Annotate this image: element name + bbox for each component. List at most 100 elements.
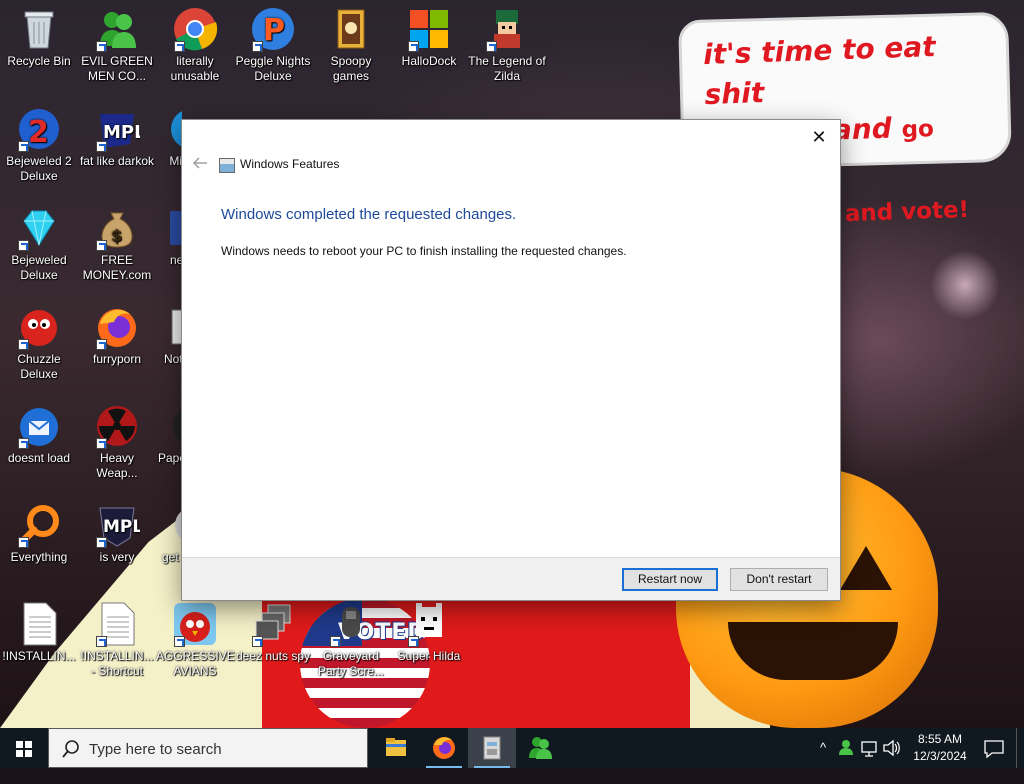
shortcut-arrow-icon (408, 41, 419, 52)
svg-text:MPL: MPL (103, 122, 140, 143)
svg-text:P: P (263, 13, 285, 48)
windows-features-icon (219, 158, 235, 173)
desktop-icon-doesnt-load[interactable]: doesnt load (0, 403, 78, 466)
peggle-icon: P (250, 6, 296, 52)
desktop-icon-label: Heavy Weap... (96, 451, 138, 480)
taskbar-app-firefox[interactable] (420, 728, 468, 768)
shortcut-arrow-icon (252, 636, 263, 647)
search-icon (61, 739, 81, 759)
restart-now-button[interactable]: Restart now (622, 568, 718, 591)
desktop-icon-label: furryporn (92, 352, 142, 366)
desktop-icon-label: FREE MONEY.com (82, 253, 152, 282)
app-icon (168, 106, 182, 152)
close-icon: ✕ (811, 127, 827, 147)
desktop-icon-label: Chuzzle Deluxe (17, 352, 61, 381)
shortcut-arrow-icon (96, 537, 107, 548)
tray-network-icon[interactable] (858, 728, 880, 768)
taskbar-clock[interactable]: 8:55 AM 12/3/2024 (904, 731, 976, 765)
shortcut-arrow-icon (18, 537, 29, 548)
desktop-icon-label: Recycle Bin (7, 54, 71, 68)
desktop-icon-label: literally unusable (170, 54, 220, 83)
shortcut-arrow-icon (96, 636, 107, 647)
desktop-icon-peggle[interactable]: P Peggle Nights Deluxe (234, 6, 312, 84)
taskbar-app-windows-features[interactable] (468, 728, 516, 768)
mpl-icon: MPL (94, 502, 143, 548)
desktop-icon-furryporn[interactable]: furryporn (78, 304, 156, 367)
desktop-icon-label: AGGRESSIVE AVIANS (156, 649, 235, 678)
tray-volume-icon[interactable] (880, 728, 902, 768)
bejeweled2-icon: 2 (16, 106, 62, 152)
windows-logo-icon (406, 6, 452, 52)
desktop-icon-evil-green-men[interactable]: EVIL GREEN MEN CO... (78, 6, 156, 84)
desktop-icon-zilda[interactable]: The Legend of Zilda (468, 6, 546, 84)
shortcut-arrow-icon (486, 41, 497, 52)
dialog-footer: Restart now Don't restart (182, 557, 840, 600)
thunderbird-icon (16, 403, 62, 449)
search-placeholder: Type here to search (89, 741, 222, 758)
desktop-icon-literally-unusable[interactable]: literally unusable (156, 6, 234, 84)
desktop-icon-label: The Legend of Zilda (468, 54, 546, 83)
desktop-icon-graveyard-party[interactable]: Graveyard Party Scre... (312, 601, 390, 679)
firefox-icon (433, 737, 455, 759)
firefox-icon (94, 304, 140, 350)
desktop-icon-not[interactable]: Not (160, 304, 182, 367)
desktop-icon-super-hilda[interactable]: Super Hilda (390, 601, 468, 664)
desktop-icon-pape[interactable]: Pape (156, 403, 182, 466)
shortcut-arrow-icon (18, 438, 29, 449)
folder-icon (328, 6, 374, 52)
desktop-icon-ne[interactable]: ne (160, 205, 182, 268)
shortcut-arrow-icon (330, 636, 341, 647)
desktop-icon-free-money[interactable]: $ FREE MONEY.com (78, 205, 156, 283)
windows-stack-icon (250, 601, 296, 647)
desktop-icon-label: Bejeweled 2 Deluxe (6, 154, 72, 183)
desktop-icon-label: Not (164, 352, 182, 366)
desktop-icon-label: HalloDock (401, 54, 457, 68)
start-button[interactable] (0, 728, 48, 768)
desktop-icon-label: is very (99, 550, 135, 564)
chrome-icon (172, 6, 218, 52)
desktop-icon-installing-shortcut[interactable]: !INSTALLIN... - Shortcut (78, 601, 156, 679)
desktop-icon-aggressive-avians[interactable]: AGGRESSIVE AVIANS (156, 601, 235, 679)
desktop-icon-deez-nuts-spy[interactable]: deez nuts spy (234, 601, 312, 664)
windows-features-dialog: ✕ Windows Features Windows completed the… (182, 120, 840, 600)
dont-restart-button[interactable]: Don't restart (730, 568, 828, 591)
taskbar-search-box[interactable]: Type here to search (48, 728, 368, 768)
close-button[interactable]: ✕ (804, 124, 834, 150)
back-button[interactable] (188, 156, 212, 176)
desktop-icon-everything[interactable]: Everything (0, 502, 78, 565)
shortcut-arrow-icon (96, 41, 107, 52)
desktop-icon-recycle-bin[interactable]: Recycle Bin (0, 6, 78, 69)
action-center-button[interactable] (980, 728, 1008, 768)
shortcut-arrow-icon (18, 141, 29, 152)
desktop-icon-get[interactable]: get (156, 502, 182, 565)
wallpaper-moon (930, 250, 1000, 320)
desktop-icon-hallodock[interactable]: HalloDock (390, 6, 468, 69)
desktop-icon-label: Mi (169, 154, 182, 168)
taskbar-app-green-people[interactable] (516, 728, 564, 768)
desktop-icon-spoopy-games[interactable]: Spoopy games (312, 6, 390, 84)
green-people-icon (94, 6, 140, 52)
desktop-icon-heavy-weapon[interactable]: Heavy Weap... (78, 403, 156, 481)
desktop-icon-label: Pape (158, 451, 182, 465)
desktop-icon-bejeweled[interactable]: Bejeweled Deluxe (0, 205, 78, 283)
dialog-heading: Windows completed the requested changes. (221, 206, 517, 223)
desktop-icon-label: !INSTALLIN... - Shortcut (80, 649, 154, 678)
show-desktop-button[interactable] (1016, 728, 1024, 768)
shortcut-arrow-icon (408, 636, 419, 647)
pixel-cat-icon (406, 601, 452, 647)
taskbar-app-file-explorer[interactable] (372, 728, 420, 768)
desktop-icon-bejeweled-2[interactable]: 2 Bejeweled 2 Deluxe (0, 106, 78, 184)
tray-people-icon[interactable] (836, 728, 856, 768)
speaker-icon (883, 739, 900, 757)
desktop-icon-installing[interactable]: !INSTALLIN... (0, 601, 78, 664)
mpl-icon: MPL (94, 106, 146, 152)
desktop-icon-mi[interactable]: Mi (148, 106, 182, 169)
desktop-icon-chuzzle[interactable]: Chuzzle Deluxe (0, 304, 78, 382)
shortcut-arrow-icon (96, 339, 107, 350)
shortcut-arrow-icon (252, 41, 263, 52)
desktop-icon-label: deez nuts spy (235, 649, 311, 663)
desktop-icon-fat-like-darkok[interactable]: MPL fat like darkok (78, 106, 156, 169)
desktop-icon-is-very[interactable]: MPL is very (78, 502, 156, 565)
green-people-icon (529, 737, 552, 759)
tray-overflow-button[interactable]: ^ (812, 728, 834, 768)
